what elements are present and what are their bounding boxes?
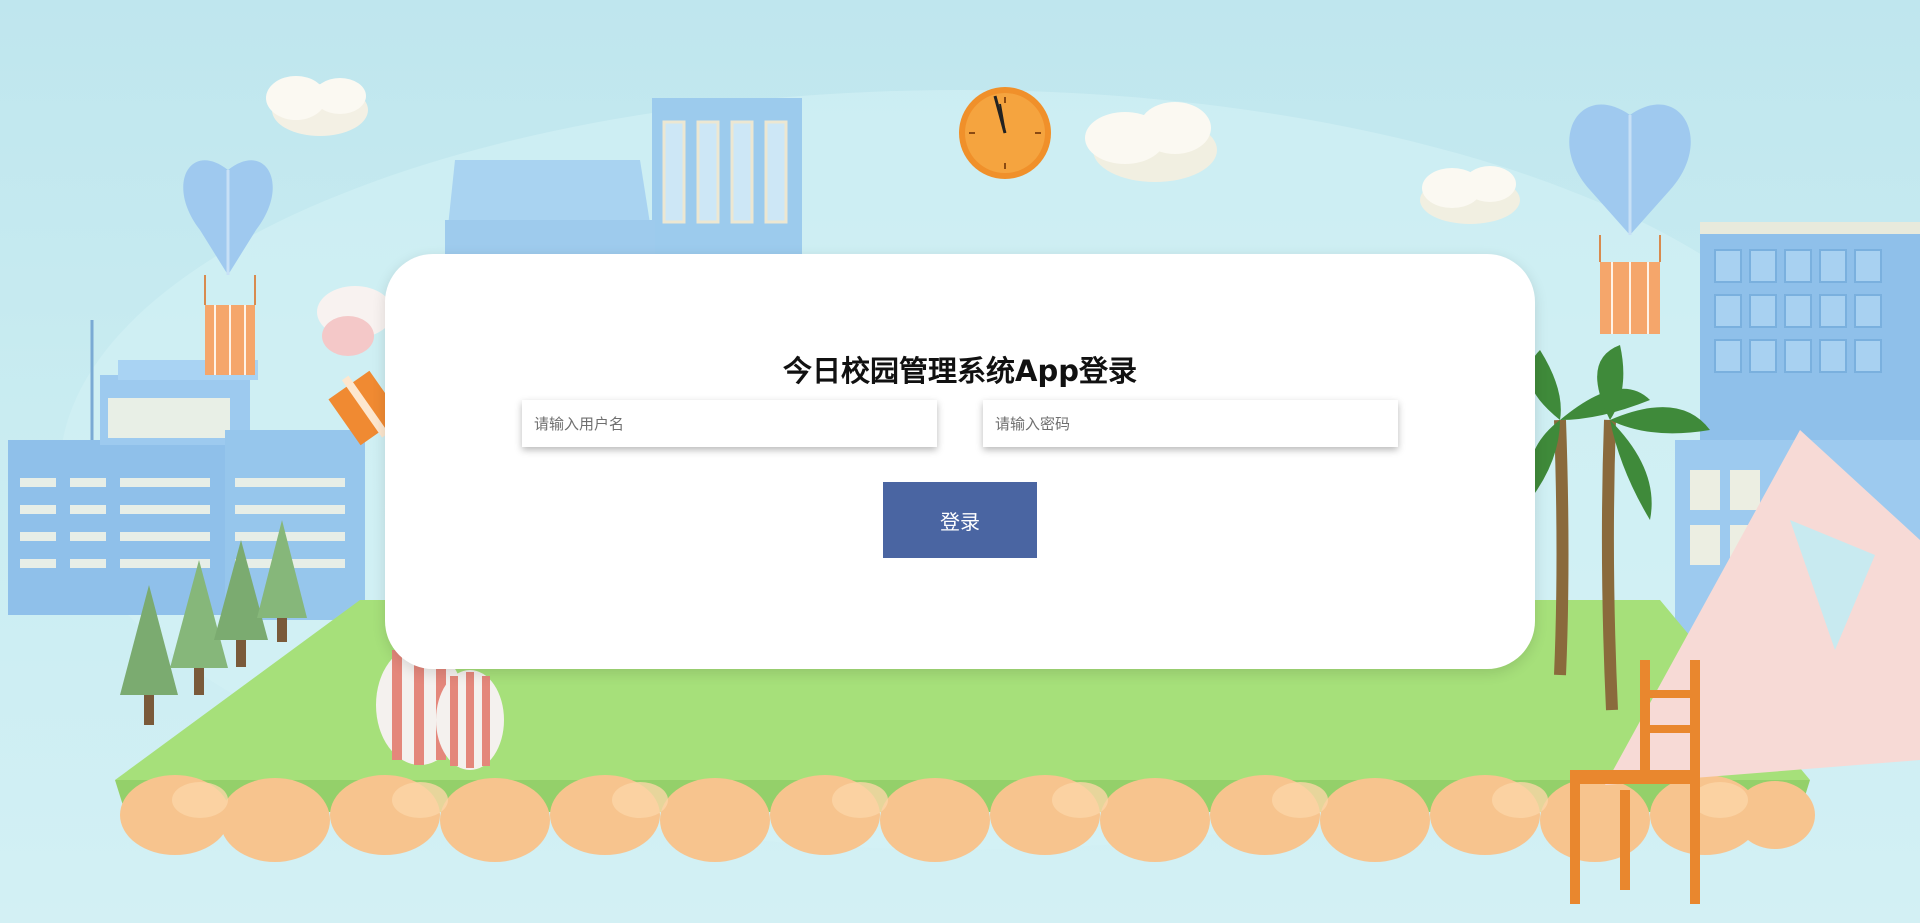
login-page: 今日校园管理系统App登录 登录 <box>0 0 1920 923</box>
login-card: 今日校园管理系统App登录 登录 <box>385 254 1535 669</box>
clock-icon <box>959 87 1051 179</box>
cloud-icon <box>1420 166 1520 224</box>
login-button[interactable]: 登录 <box>883 482 1037 558</box>
login-title: 今日校园管理系统App登录 <box>783 354 1137 388</box>
rocks-border <box>120 775 1815 862</box>
username-input[interactable] <box>522 400 937 447</box>
password-input[interactable] <box>983 400 1398 447</box>
cloud-icon <box>266 76 368 136</box>
